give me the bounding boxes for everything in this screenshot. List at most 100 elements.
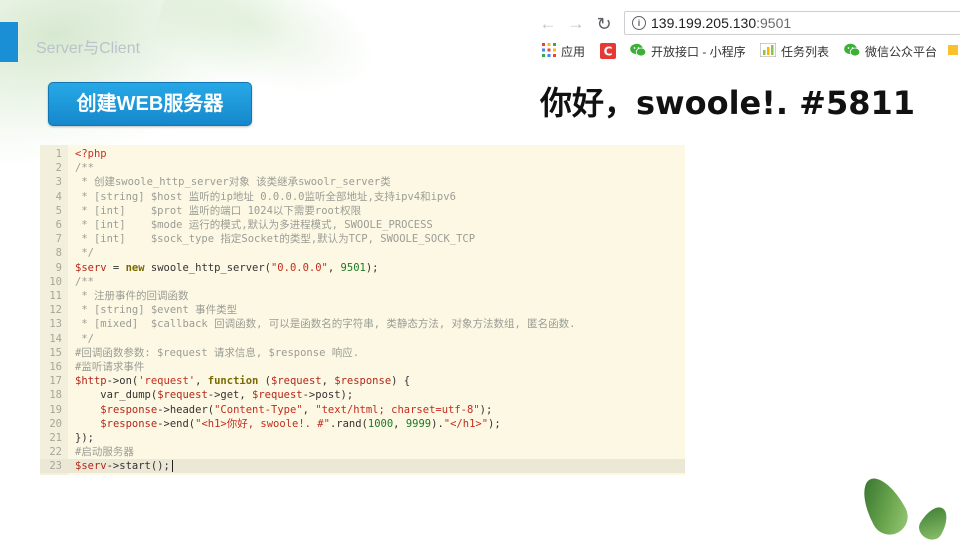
code-line: 7 * [int] $sock_type 指定Socket的类型,默认为TCP,… bbox=[40, 232, 680, 246]
bookmark-task-list[interactable]: 任务列表 bbox=[759, 42, 829, 62]
code-line: 4 * [string] $host 监听的ip地址 0.0.0.0监听全部地址… bbox=[40, 190, 680, 204]
code-line: 12 * [string] $event 事件类型 bbox=[40, 303, 680, 317]
code-text: $http->on('request', function ($request,… bbox=[75, 374, 410, 388]
reload-icon[interactable]: ↻ bbox=[594, 14, 614, 34]
bookmark-apps[interactable]: 应用 bbox=[542, 43, 585, 61]
line-number: 3 bbox=[55, 176, 62, 189]
chart-icon bbox=[759, 42, 777, 62]
address-bar[interactable]: i 139.199.205.130:9501 bbox=[624, 11, 960, 35]
code-token: $response bbox=[100, 403, 158, 416]
line-number: 5 bbox=[55, 204, 62, 217]
code-line: 8 */ bbox=[40, 246, 680, 260]
line-number: 8 bbox=[55, 247, 62, 260]
code-token: ->get, bbox=[207, 389, 253, 402]
line-number: 11 bbox=[49, 290, 62, 302]
code-token: $serv bbox=[75, 261, 107, 274]
code-token: * [int] $prot 监听的端口 1024以下需要root权限 bbox=[75, 204, 362, 217]
code-token: new bbox=[125, 261, 145, 274]
code-token: , bbox=[195, 375, 208, 388]
svg-text:C: C bbox=[604, 45, 613, 59]
code-line: 18 var_dump($request->get, $request->pos… bbox=[40, 388, 680, 402]
code-line: 17 $http->on('request', function ($reques… bbox=[40, 374, 680, 388]
code-text: #回调函数参数: $request 请求信息, $response 响应. bbox=[75, 346, 359, 360]
code-token: ); bbox=[479, 403, 493, 416]
code-text: */ bbox=[75, 246, 94, 260]
address-text: 139.199.205.130:9501 bbox=[651, 15, 791, 31]
code-text: /** bbox=[75, 275, 94, 289]
line-number: 13 bbox=[49, 318, 62, 331]
code-text: * [int] $mode 运行的模式,默认为多进程模式, SWOOLE_PRO… bbox=[75, 218, 432, 232]
line-number: 1 bbox=[55, 148, 62, 160]
code-text: $response->end("<h1>你好, swoole!. #".rand… bbox=[75, 417, 501, 431]
code-token: swoole_http_server( bbox=[144, 261, 271, 274]
code-token: * [string] $host 监听的ip地址 0.0.0.0监听全部地址,支… bbox=[75, 190, 456, 203]
info-icon[interactable]: i bbox=[632, 16, 646, 30]
code-token: = bbox=[106, 261, 126, 274]
back-arrow-icon[interactable]: ← bbox=[538, 14, 558, 34]
code-text: var_dump($request->get, $request->post); bbox=[75, 388, 353, 402]
code-text: * [mixed] $callback 回调函数, 可以是函数名的字符串, 类静… bbox=[75, 317, 575, 331]
code-token: function bbox=[207, 375, 259, 388]
code-token: ) { bbox=[391, 375, 411, 388]
code-token: , bbox=[302, 403, 316, 416]
code-token: $http bbox=[75, 375, 107, 388]
line-number: 20 bbox=[49, 417, 62, 430]
code-token: , bbox=[321, 375, 335, 388]
line-number: 22 bbox=[49, 446, 62, 459]
wechat-icon bbox=[844, 43, 861, 62]
code-line: 1 <?php bbox=[40, 147, 680, 161]
code-line: 22 #启动服务器 bbox=[40, 445, 680, 459]
line-number: 2 bbox=[55, 162, 62, 175]
code-text: * [int] $prot 监听的端口 1024以下需要root权限 bbox=[75, 204, 361, 218]
slide-title: Server与Client bbox=[36, 40, 141, 57]
code-text: */ bbox=[75, 332, 94, 346]
code-token: * 创建swoole_http_server对象 该类继承swoolr_serv… bbox=[75, 176, 391, 189]
line-number: 19 bbox=[49, 403, 62, 416]
bookmark-label: 微信公众平台 bbox=[865, 45, 938, 59]
line-number: 10 bbox=[49, 275, 62, 288]
code-token: ->end( bbox=[157, 417, 196, 430]
code-line: 2 /** bbox=[40, 161, 680, 175]
line-number: 21 bbox=[49, 432, 62, 444]
bookmark-c-logo[interactable]: C bbox=[600, 43, 621, 61]
create-web-server-button[interactable]: 创建WEB服务器 bbox=[48, 82, 252, 126]
code-line: 10 /** bbox=[40, 275, 680, 289]
code-token: $response bbox=[100, 417, 158, 430]
code-token: #启动服务器 bbox=[75, 446, 134, 459]
bookmark-open-api[interactable]: 开放接口 - 小程序 bbox=[630, 43, 746, 61]
line-number: 9 bbox=[55, 261, 62, 274]
code-token: */ bbox=[75, 332, 94, 345]
text-caret bbox=[171, 460, 173, 473]
code-line: 16 #监听请求事件 bbox=[40, 360, 680, 374]
code-token: 9999 bbox=[405, 417, 432, 430]
code-token: 'request' bbox=[138, 375, 196, 388]
apps-grid-icon bbox=[542, 43, 556, 62]
bookmark-label: 应用 bbox=[561, 45, 586, 59]
browser-page-heading: 你好，swoole!. #5811 bbox=[540, 84, 916, 122]
forward-arrow-icon[interactable]: → bbox=[566, 14, 586, 34]
code-text: <?php bbox=[75, 147, 107, 161]
line-number: 15 bbox=[49, 346, 62, 359]
bookmark-overflow[interactable] bbox=[948, 43, 960, 61]
code-token: ( bbox=[258, 375, 272, 388]
line-number: 18 bbox=[49, 389, 62, 402]
code-token: #监听请求事件 bbox=[75, 361, 145, 373]
code-token: ->post); bbox=[302, 389, 354, 402]
code-line: 9 $serv = new swoole_http_server("0.0.0.0… bbox=[40, 261, 680, 275]
code-token: , bbox=[327, 261, 341, 274]
code-token: * [string] $event 事件类型 bbox=[75, 304, 238, 317]
code-line: 6 * [int] $mode 运行的模式,默认为多进程模式, SWOOLE_P… bbox=[40, 218, 680, 232]
code-line: 3 * 创建swoole_http_server对象 该类继承swoolr_se… bbox=[40, 175, 680, 189]
bookmark-wechat-platform[interactable]: 微信公众平台 bbox=[844, 43, 937, 61]
code-token: }); bbox=[75, 432, 94, 444]
code-text: $response->header("Content-Type", "text/… bbox=[75, 403, 492, 417]
line-number: 6 bbox=[55, 219, 62, 231]
code-token: * 注册事件的回调函数 bbox=[75, 290, 189, 302]
code-token: ); bbox=[488, 417, 501, 430]
code-text: * 注册事件的回调函数 bbox=[75, 289, 188, 303]
line-number: 16 bbox=[49, 361, 62, 373]
code-token: .rand( bbox=[329, 417, 368, 430]
bookmark-label: 开放接口 - 小程序 bbox=[651, 45, 746, 59]
